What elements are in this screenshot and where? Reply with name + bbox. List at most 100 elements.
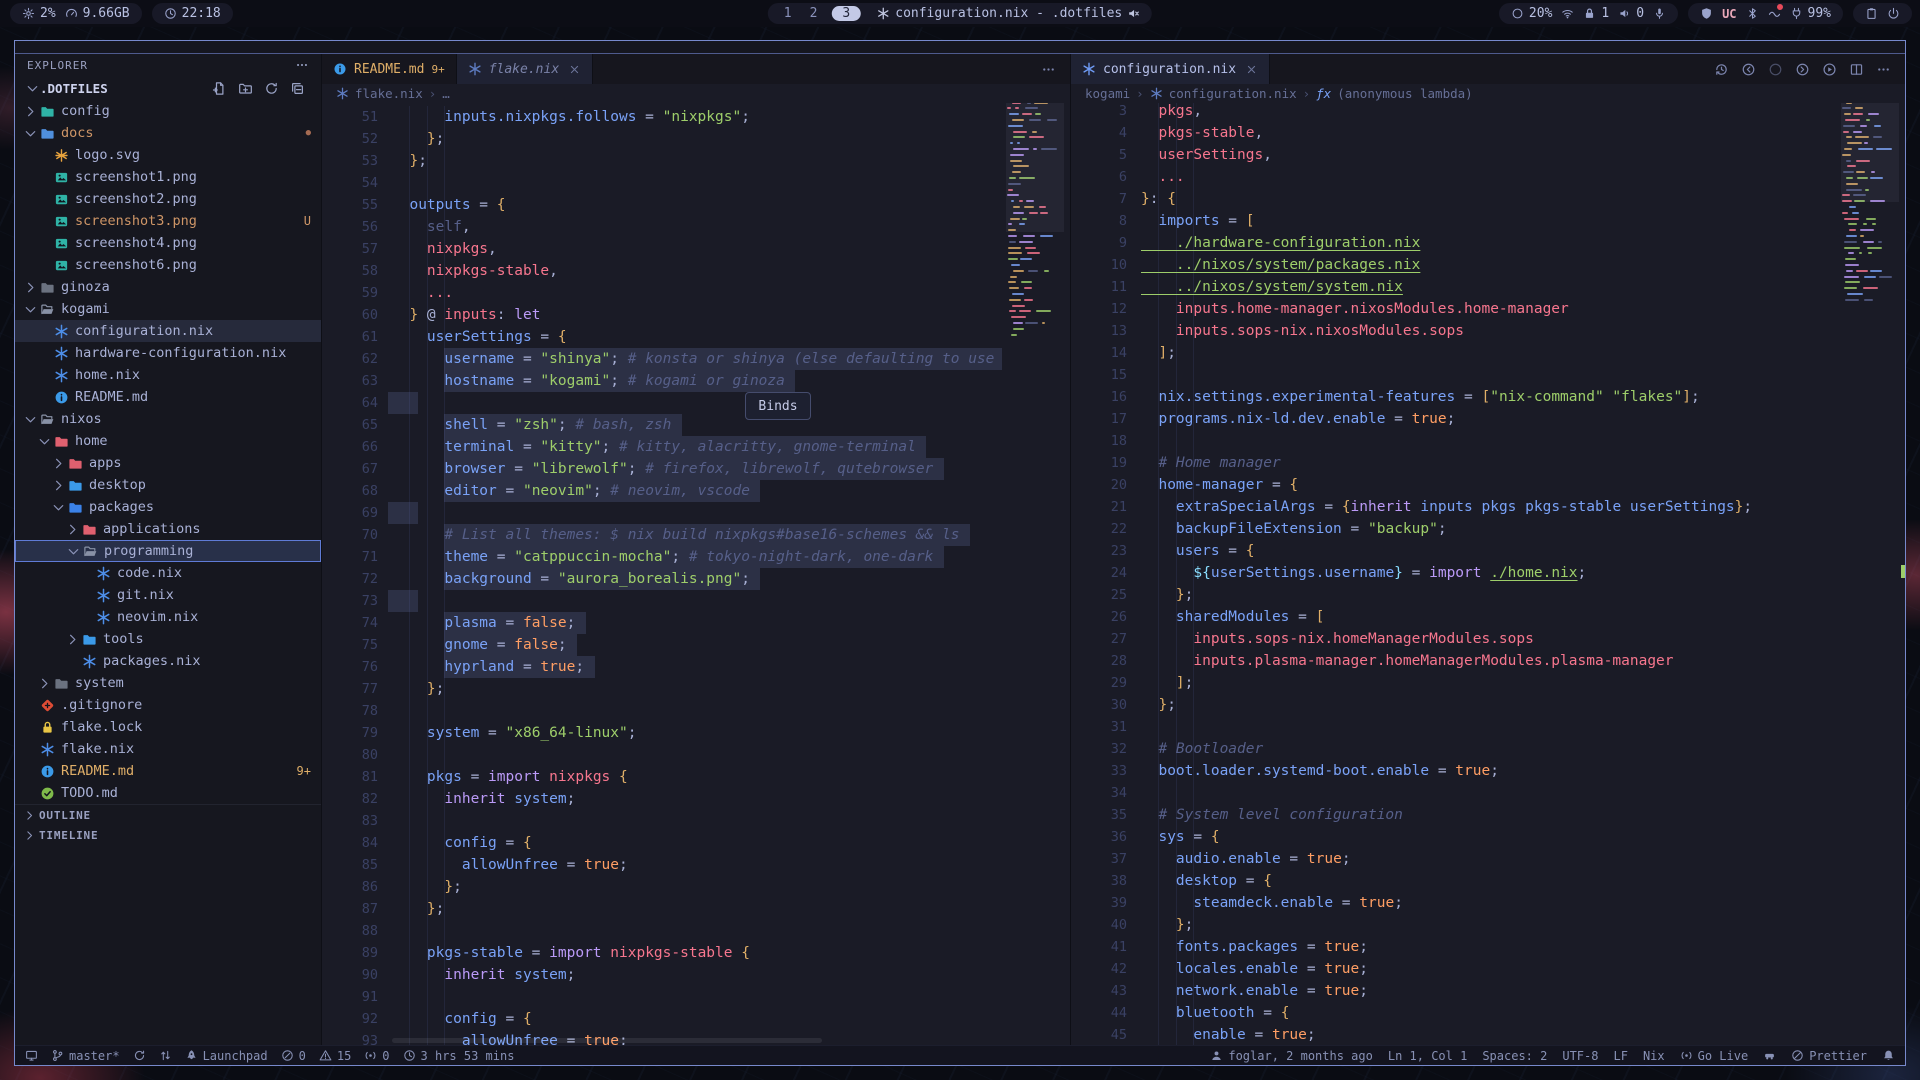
breadcrumb[interactable]: flake.nix›… (322, 84, 1070, 103)
eol[interactable]: LF (1613, 1049, 1627, 1063)
breadcrumb[interactable]: kogami›configuration.nix›ƒx(anonymous la… (1071, 84, 1905, 103)
tab-close-icon[interactable] (1245, 63, 1258, 76)
go-live[interactable]: Go Live (1680, 1049, 1749, 1063)
section-outline[interactable]: OUTLINE (15, 805, 321, 825)
image-icon (54, 192, 69, 207)
remote-indicator[interactable] (25, 1049, 38, 1062)
tree-item-configuration.nix[interactable]: configuration.nix (15, 320, 321, 342)
tree-item-docs[interactable]: docs● (15, 122, 321, 144)
warnings[interactable]: 15 (319, 1049, 351, 1063)
views-more-actions-icon[interactable] (295, 58, 309, 72)
lock-count: 1 (1583, 6, 1609, 21)
line-number: 40 (1071, 914, 1127, 936)
tree-item-README.md[interactable]: README.md9+ (15, 760, 321, 782)
editor-group-left: README.md9+flake.nixflake.nix›… 51 inputs… (321, 54, 1070, 1045)
launchpad[interactable]: Launchpad (185, 1049, 268, 1063)
tree-item-flake.nix[interactable]: flake.nix (15, 738, 321, 760)
minimap-slider[interactable] (1006, 84, 1064, 232)
prettier[interactable]: Prettier (1791, 1049, 1867, 1063)
tree-item-logo.svg[interactable]: logo.svg (15, 144, 321, 166)
sync[interactable] (133, 1049, 146, 1062)
run-icon[interactable] (1822, 62, 1837, 77)
encoding[interactable]: UTF-8 (1562, 1049, 1598, 1063)
tree-item-screenshot1.png[interactable]: screenshot1.png (15, 166, 321, 188)
workspace-1[interactable]: 1 (780, 6, 796, 21)
selection-highlight (388, 590, 418, 612)
tree-item-code.nix[interactable]: code.nix (15, 562, 321, 584)
tree-item-apps[interactable]: apps (15, 452, 321, 474)
minimap[interactable] (1006, 88, 1064, 338)
cursor-position[interactable]: Ln 1, Col 1 (1388, 1049, 1467, 1063)
tree-item-packages[interactable]: packages (15, 496, 321, 518)
new-folder-icon[interactable] (238, 81, 253, 96)
tree-item-git.nix[interactable]: git.nix (15, 584, 321, 606)
tree-item-label: tools (103, 631, 144, 647)
tree-item-README.md[interactable]: README.md (15, 386, 321, 408)
minimap-mark (1009, 299, 1021, 301)
more-icon[interactable] (1041, 62, 1056, 77)
tree-item-system[interactable]: system (15, 672, 321, 694)
tree-item-home[interactable]: home (15, 430, 321, 452)
code-area[interactable]: 3 pkgs,4 pkgs-stable,5 userSettings,6 ..… (1071, 100, 1905, 1045)
errors[interactable]: 0 (281, 1049, 306, 1063)
line-number: 12 (1071, 298, 1127, 320)
gitlens-blame[interactable]: foglar, 2 months ago (1210, 1049, 1373, 1063)
tree-item-ginoza[interactable]: ginoza (15, 276, 321, 298)
minimap[interactable] (1841, 88, 1899, 303)
history-icon[interactable] (1714, 62, 1729, 77)
code-line: 37 audio.enable = true; (1071, 848, 1905, 870)
extension[interactable] (1763, 1049, 1776, 1062)
wakatime[interactable]: 3 hrs 53 mins (403, 1049, 515, 1063)
nav-back-icon[interactable] (1741, 62, 1756, 77)
tree-item-screenshot3.png[interactable]: screenshot3.pngU (15, 210, 321, 232)
nav-forward-icon[interactable] (1795, 62, 1810, 77)
monitor-icon (25, 1049, 38, 1062)
tree-item-screenshot6.png[interactable]: screenshot6.png (15, 254, 321, 276)
tree-item-nixos[interactable]: nixos (15, 408, 321, 430)
sync-changes[interactable] (159, 1049, 172, 1062)
tab-configuration.nix[interactable]: configuration.nix (1071, 54, 1270, 84)
ports[interactable]: 0 (364, 1049, 389, 1063)
code-line: 87 }; (322, 898, 1070, 920)
chev-d-icon (23, 126, 38, 141)
tree-item-flake.lock[interactable]: flake.lock (15, 716, 321, 738)
nav-dot-icon[interactable] (1768, 62, 1783, 77)
language-mode[interactable]: Nix (1643, 1049, 1665, 1063)
tree-item-desktop[interactable]: desktop (15, 474, 321, 496)
tab-README.md[interactable]: README.md9+ (322, 54, 457, 84)
code-area[interactable]: 51 inputs.nixpkgs.follows = "nixpkgs";52… (322, 106, 1070, 1045)
tree-item-neovim.nix[interactable]: neovim.nix (15, 606, 321, 628)
minimap-mark (1008, 258, 1018, 260)
split-icon[interactable] (1849, 62, 1864, 77)
line-number: 88 (322, 920, 378, 942)
tree-item-packages.nix[interactable]: packages.nix (15, 650, 321, 672)
workspace-2[interactable]: 2 (806, 6, 822, 21)
tree-item-programming[interactable]: programming (15, 540, 321, 562)
more-icon[interactable] (1876, 62, 1891, 77)
collapse-all-icon[interactable] (290, 81, 305, 96)
tree-item-.gitignore[interactable]: .gitignore (15, 694, 321, 716)
refresh-icon[interactable] (264, 81, 279, 96)
tree-item-screenshot2.png[interactable]: screenshot2.png (15, 188, 321, 210)
git-branch[interactable]: master* (51, 1049, 120, 1063)
tree-item-config[interactable]: config (15, 100, 321, 122)
line-number: 57 (322, 238, 378, 260)
tree-item-kogami[interactable]: kogami (15, 298, 321, 320)
new-file-icon[interactable] (212, 81, 227, 96)
notifications[interactable] (1882, 1049, 1895, 1062)
tree-item-screenshot4.png[interactable]: screenshot4.png (15, 232, 321, 254)
dotfiles-section-header[interactable]: .DOTFILES (15, 76, 321, 100)
tab-flake.nix[interactable]: flake.nix (457, 54, 593, 84)
tree-item-TODO.md[interactable]: TODO.md (15, 782, 321, 804)
tree-item-home.nix[interactable]: home.nix (15, 364, 321, 386)
workspace-3[interactable]: 3 (831, 6, 861, 21)
tree-item-tools[interactable]: tools (15, 628, 321, 650)
tree-item-applications[interactable]: applications (15, 518, 321, 540)
topbar-right: 20%10UC99% (1489, 3, 1912, 24)
horizontal-scrollbar[interactable] (392, 1038, 822, 1043)
minimap-mark (1044, 270, 1049, 272)
tab-close-icon[interactable] (568, 63, 581, 76)
indentation[interactable]: Spaces: 2 (1482, 1049, 1547, 1063)
tree-item-hardware-configuration.nix[interactable]: hardware-configuration.nix (15, 342, 321, 364)
section-timeline[interactable]: TIMELINE (15, 825, 321, 845)
